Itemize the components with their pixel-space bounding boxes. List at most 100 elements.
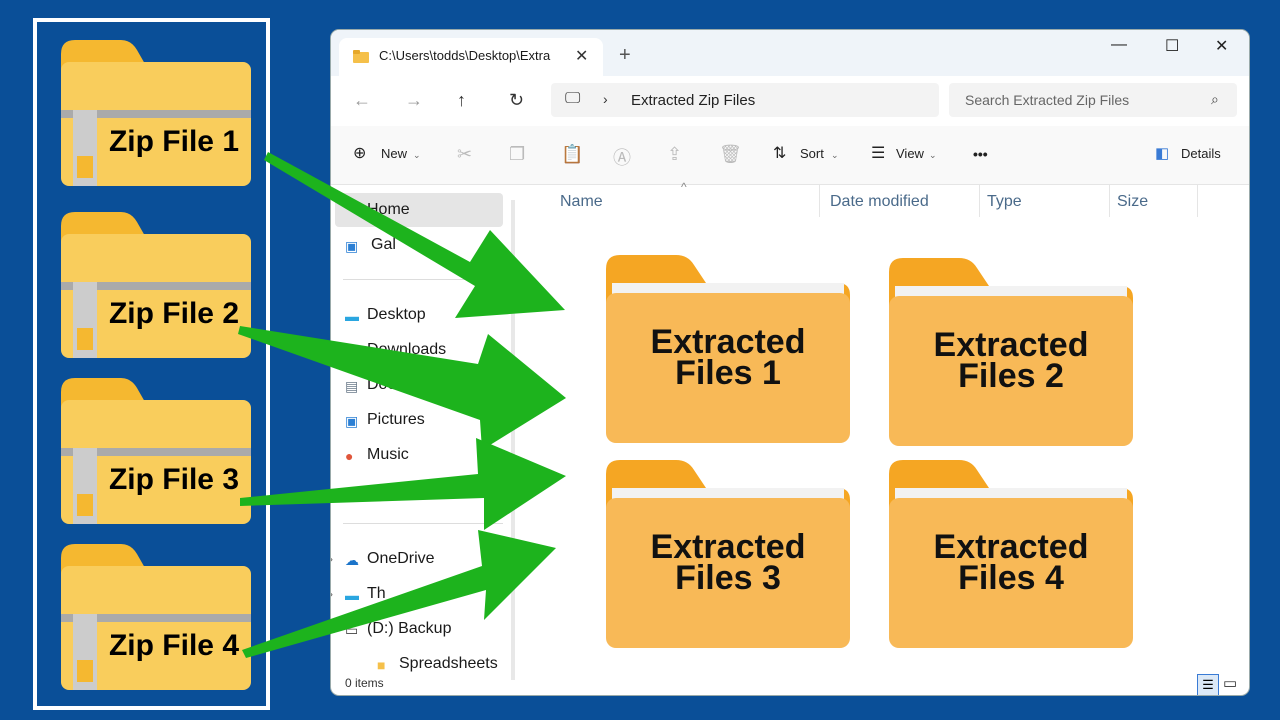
divider [343,279,503,280]
folder-label: Extracted Files 4 [933,528,1089,597]
sidebar-item-home[interactable]: Home [367,201,410,219]
download-icon: ↓ [345,343,352,359]
chevron-down-icon: ⌄ [331,622,340,636]
extracted-folder-4[interactable]: Extracted Files 4 [889,460,1133,652]
cut-icon[interactable]: ✂ [457,144,472,165]
back-arrow-icon[interactable]: ← [353,90,371,111]
folder-icon [353,50,369,63]
new-plus-icon: ⊕ [353,145,367,162]
address-bar[interactable]: 🖵 › Extracted Zip Files [551,83,939,117]
zip-file-label: Zip File 1 [108,125,240,158]
sidebar-scrollbar[interactable] [511,200,515,680]
tab-title: C:\Users\todds\Desktop\Extra [379,48,551,63]
divider [343,523,503,524]
details-button[interactable]: Details [1181,146,1221,161]
tab-explorer[interactable]: C:\Users\todds\Desktop\Extra ✕ [339,38,603,76]
desktop-icon: ▬ [345,308,359,324]
pictures-icon: ▣ [345,413,359,429]
tiles-view-icon[interactable]: ▭ [1223,674,1237,692]
column-separator [1109,185,1110,217]
sidebar-item-label: Spreadsheets [399,655,498,672]
sort-button[interactable]: Sort [800,146,824,161]
extracted-folder-1[interactable]: Extracted Files 1 [606,255,850,447]
sidebar-item-backup-drive[interactable]: ⌄ ▭ (D:) Backup [331,620,452,638]
view-button[interactable]: View [896,146,924,161]
delete-icon[interactable]: 🗑 [719,144,742,165]
column-separator [1197,185,1198,217]
sort-indicator-icon: ^ [681,180,687,194]
zip-folder-2: Zip File 2 [61,212,251,362]
sidebar-item-label: Music [367,446,409,463]
new-tab-icon[interactable]: + [619,44,631,67]
chevron-down-icon: ⌄ [831,150,839,160]
sidebar-item-desktop[interactable]: ▬ Desktop [345,306,426,324]
sidebar-item-documents[interactable]: ▤ Docum [345,376,418,394]
zip-file-label: Zip File 4 [108,629,240,662]
minimize-icon[interactable]: — [1111,36,1127,54]
search-box[interactable]: Search Extracted Zip Files ⌕ [949,83,1237,117]
zip-folder-4: Zip File 4 [61,544,251,694]
share-icon[interactable]: ⇪ [667,144,682,165]
sidebar-item-downloads[interactable]: ↓ Downloads [345,341,447,359]
zip-folder-icon [61,378,251,524]
sidebar-item-label: OneDrive [367,550,435,567]
close-tab-icon[interactable]: ✕ [575,46,588,66]
view-icon: ☰ [871,145,886,162]
sidebar-item-onedrive[interactable]: › ☁ OneDrive [331,550,435,568]
extracted-folder-3[interactable]: Extracted Files 3 [606,460,850,652]
zip-folder-icon [61,212,251,358]
search-placeholder: Search Extracted Zip Files [965,92,1130,108]
rename-icon[interactable]: Ⓐ [613,144,631,170]
chevron-right-icon: › [603,91,608,107]
zip-folder-icon [61,40,251,186]
sidebar-item-this-pc[interactable]: › ▬ Th [331,585,386,603]
gallery-icon: ▣ [345,238,359,254]
details-view-icon[interactable]: ☰ [1197,674,1219,695]
zip-files-panel: Zip File 1 Zip File 2 Zip File 3 Zip Fil… [33,18,270,710]
sidebar-item-label: Desktop [367,306,426,323]
up-arrow-icon[interactable]: ↑ [457,90,466,111]
computer-icon: 🖵 [565,90,581,107]
sidebar-item-label: Downloads [367,341,447,358]
sidebar-item-label: (D:) Backup [367,620,452,637]
search-icon: ⌕ [1211,91,1219,107]
zip-folder-3: Zip File 3 [61,378,251,528]
column-header-name[interactable]: Name [560,193,603,211]
sidebar-item-label: Docum [367,376,418,393]
drive-icon: ▭ [345,622,359,638]
title-bar: C:\Users\todds\Desktop\Extra ✕ + — ☐ ✕ [331,30,1249,76]
copy-icon[interactable]: ❐ [509,144,525,165]
sidebar-item-spreadsheets[interactable]: ■ Spreadsheets [377,655,498,673]
new-button[interactable]: New [381,146,407,161]
close-window-icon[interactable]: ✕ [1215,36,1228,56]
folder-label: Extracted Files 3 [650,528,806,597]
extracted-folder-2[interactable]: Extracted Files 2 [889,258,1133,450]
command-bar: ⊕ New ⌄ ✂ ❐ 📋 Ⓐ ⇪ 🗑 ⇅ Sort ⌄ ☰ View ⌄ ••… [331,126,1249,185]
column-separator [819,185,820,217]
maximize-icon[interactable]: ☐ [1165,36,1179,56]
column-header-date[interactable]: Date modified [830,193,929,211]
sidebar-item-gallery[interactable]: ▣ Gal [345,236,396,254]
column-header-size[interactable]: Size [1117,193,1148,211]
more-options-icon[interactable]: ••• [973,146,988,162]
forward-arrow-icon[interactable]: → [405,90,423,111]
navigation-bar: ← → ↑ ↻ 🖵 › Extracted Zip Files Search E… [331,76,1249,126]
document-icon: ▤ [345,378,359,394]
address-text: Extracted Zip Files [631,92,756,109]
zip-folder-icon [61,544,251,690]
computer-icon: ▬ [345,587,359,603]
paste-icon[interactable]: 📋 [561,144,583,165]
folder-icon: ■ [377,657,386,673]
details-pane-icon: ◧ [1155,145,1170,162]
status-item-count: 0 items [345,676,384,690]
cloud-icon: ☁ [345,552,359,568]
chevron-down-icon: ⌄ [413,150,421,160]
sidebar-item-pictures[interactable]: ▣ Pictures [345,411,425,429]
navigation-pane: Home ▣ Gal ▬ Desktop ↓ Downloads ▤ Docum ▣ Pi… [331,185,521,675]
chevron-down-icon: ⌄ [929,150,937,160]
sidebar-item-music[interactable]: ● Music [345,446,409,464]
sidebar-item-label: Home [367,201,410,218]
zip-file-label: Zip File 2 [108,297,240,330]
refresh-icon[interactable]: ↻ [509,90,524,111]
column-header-type[interactable]: Type [987,193,1022,211]
